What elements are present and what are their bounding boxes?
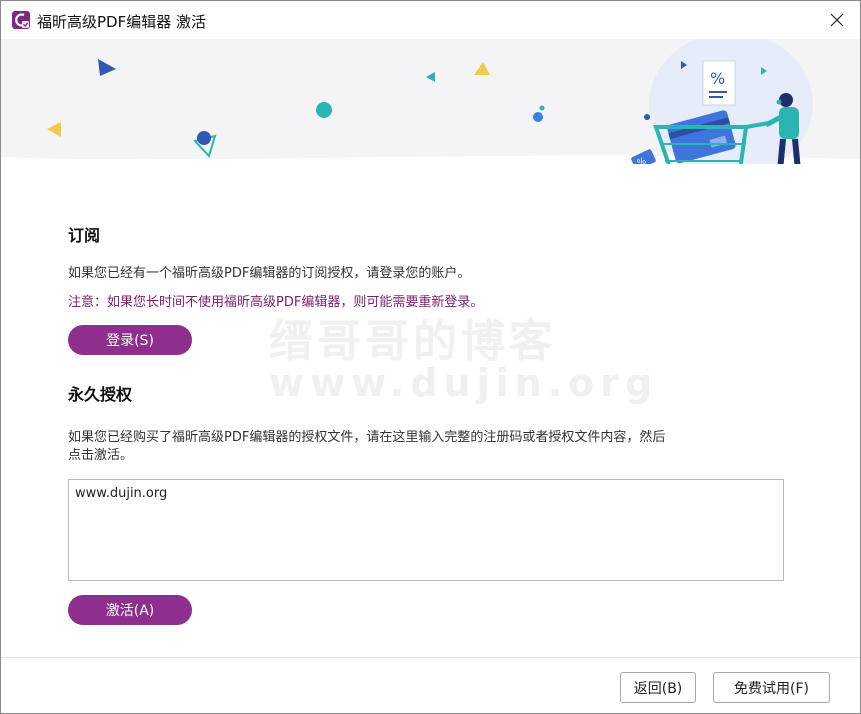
foxit-app-icon xyxy=(12,11,30,29)
circle-shape xyxy=(316,102,332,118)
login-button[interactable]: 登录(S) xyxy=(68,325,192,355)
window-title: 福昕高级PDF编辑器 激活 xyxy=(37,13,206,31)
svg-text:%: % xyxy=(710,69,725,88)
watermark-url: www.dujin.org xyxy=(269,361,659,405)
gem-shape xyxy=(193,131,217,158)
close-icon xyxy=(830,13,844,27)
circle-shape xyxy=(539,105,545,111)
free-trial-button[interactable]: 免费试用(F) xyxy=(713,672,830,703)
subscription-note: 注意：如果您长时间不使用福昕高级PDF编辑器，则可能需要重新登录。 xyxy=(68,295,484,310)
triangle-shape xyxy=(47,122,61,137)
activate-button[interactable]: 激活(A) xyxy=(68,595,192,625)
banner-illustration: % % xyxy=(1,39,860,164)
triangle-shape xyxy=(426,72,435,82)
title-bar: 福昕高级PDF编辑器 激活 xyxy=(1,1,860,39)
perpetual-description-line2: 点击激活。 xyxy=(68,448,134,463)
subscription-description: 如果您已经有一个福昕高级PDF编辑器的订阅授权，请登录您的账户。 xyxy=(68,266,471,281)
circle-shape xyxy=(533,112,543,122)
perpetual-description-line1: 如果您已经购买了福昕高级PDF编辑器的授权文件，请在这里输入完整的注册码或者授权… xyxy=(68,430,666,445)
perpetual-license-heading: 永久授权 xyxy=(68,385,133,404)
watermark-text: 缙哥哥的博客 xyxy=(269,316,557,367)
triangle-shape xyxy=(474,62,490,75)
footer-bar: 返回(B) 免费试用(F) xyxy=(1,657,860,713)
back-button[interactable]: 返回(B) xyxy=(620,672,696,703)
subscription-heading: 订阅 xyxy=(68,226,101,245)
license-input[interactable]: www.dujin.org xyxy=(68,479,784,581)
header-banner: % % xyxy=(1,39,860,164)
close-button[interactable] xyxy=(814,1,860,39)
activation-window: 福昕高级PDF编辑器 激活 % % 缙哥哥的博客 www.dujin.org 订… xyxy=(0,0,861,714)
triangle-shape xyxy=(98,59,116,76)
